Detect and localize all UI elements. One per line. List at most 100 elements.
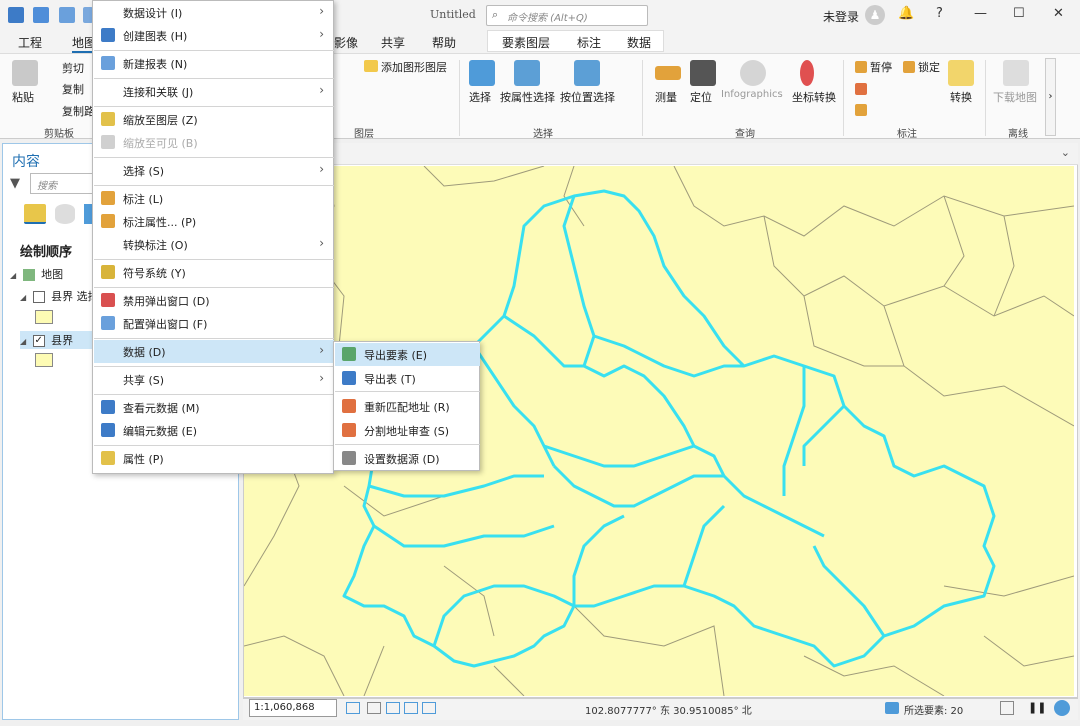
refresh-icon[interactable] [1054,700,1070,716]
open-icon[interactable] [33,7,49,23]
locate-button[interactable]: 定位 [690,89,712,105]
select-by-location-button[interactable]: 按位置选择 [560,89,615,105]
tab-share[interactable]: 共享 [381,34,405,51]
menu-item[interactable]: 创建图表 (H) › [94,24,334,47]
menu-item-label: 选择 (S) [123,165,165,178]
snap-icon[interactable] [386,702,400,714]
tab-help[interactable]: 帮助 [432,34,456,51]
download-map-button[interactable]: 下载地图 [993,89,1037,105]
submenu-item-label: 重新匹配地址 (R) [364,401,450,414]
menu-item[interactable]: 转换标注 (O) › [94,233,334,256]
filter-icon[interactable]: ▼ [10,176,20,191]
tree-row-map[interactable]: ◢ 地图 [10,266,63,282]
grid-icon[interactable] [346,702,360,714]
chevron-down-icon[interactable]: ⌄ [1061,146,1070,159]
command-search-input[interactable]: ⌕ 命令搜索 (Alt+Q) [486,5,648,26]
tab-feature-layer[interactable]: 要素图层 [502,34,550,51]
ribbon-scroll-right-icon[interactable]: › [1045,58,1056,136]
add-graphics-layer-button[interactable]: 添加图形图层 [381,59,447,75]
refresh-extent-icon[interactable] [1000,701,1014,715]
menu-item[interactable]: 查看元数据 (M) [94,396,334,419]
collapse-icon[interactable]: ◢ [20,337,26,346]
menu-item-label: 新建报表 (N) [123,58,188,71]
tab-labeling[interactable]: 标注 [577,34,601,51]
list-by-drawing-order-icon[interactable] [24,204,46,224]
label-class-icon[interactable] [855,104,867,116]
save-icon[interactable] [59,7,75,23]
list-by-selection-icon[interactable] [84,204,92,224]
select-button[interactable]: 选择 [469,89,491,105]
submenu-item[interactable]: 导出要素 (E) [335,343,480,366]
layer-visibility-checkbox-checked[interactable]: ✓ [32,335,45,347]
submenu-item-icon [342,451,356,465]
pause-labeling-button[interactable]: 暂停 [870,59,892,75]
menu-item[interactable]: 数据 (D) › [94,340,334,363]
maximize-button[interactable]: ☐ [1013,6,1025,21]
menu-item[interactable]: 符号系统 (Y) [94,261,334,284]
cut-button[interactable]: 剪切 [62,60,84,76]
chevron-right-icon: › [319,162,324,176]
tab-imagery[interactable]: 影像 [334,34,358,51]
tree-row-layer-selected[interactable]: ◢ ✓ 县界 [20,331,92,349]
menu-item[interactable]: 选择 (S) › [94,159,334,182]
layer-visibility-checkbox[interactable] [32,291,45,303]
measure-button[interactable]: 测量 [655,89,677,105]
tab-project[interactable]: 工程 [18,34,42,51]
download-map-icon [1003,60,1029,86]
table-icon[interactable] [367,702,381,714]
menu-item[interactable]: 属性 (P) [94,447,334,470]
select-by-attribute-button[interactable]: 按属性选择 [500,89,555,105]
infographics-button[interactable]: Infographics [721,89,783,100]
menu-item[interactable]: 连接和关联 (J) › [94,80,334,103]
menu-item[interactable]: 新建报表 (N) [94,52,334,75]
label-erase-icon[interactable] [855,83,867,95]
menu-item[interactable]: 编辑元数据 (E) [94,419,334,442]
scale-selector[interactable]: 1:1,060,868 [249,699,337,717]
menu-item[interactable]: 缩放至图层 (Z) [94,108,334,131]
paste-icon[interactable] [12,60,38,86]
lock-labeling-button[interactable]: 锁定 [918,59,940,75]
menu-item-label: 创建图表 (H) [123,30,188,43]
submenu-item[interactable]: 分割地址审查 (S) [335,419,480,442]
menu-item[interactable]: 数据设计 (I) › [94,1,334,24]
app-icon [8,7,24,23]
convert-button[interactable]: 转换 [950,89,972,105]
copy-button[interactable]: 复制 [62,81,84,97]
collapse-icon[interactable]: ◢ [10,271,16,280]
minimize-button[interactable]: — [974,6,987,21]
tree-row-layer[interactable]: ◢ 县界 选择 [20,288,99,304]
ribbon-separator [642,60,643,136]
submenu-item[interactable]: 设置数据源 (D) [335,447,480,470]
submenu-item-icon [342,371,356,385]
contents-search-input[interactable]: 搜索 [30,173,100,194]
menu-item[interactable]: 禁用弹出窗口 (D) [94,289,334,312]
menu-separator [94,259,334,260]
copy-path-button[interactable]: 复制路 [62,103,95,119]
close-button[interactable]: ✕ [1053,6,1064,21]
convert-coordinates-button[interactable]: 坐标转换 [792,89,836,105]
menu-item[interactable]: 标注属性... (P) [94,210,334,233]
submenu-item[interactable]: 导出表 (T) [335,367,480,390]
menu-item[interactable]: 共享 (S) › [94,368,334,391]
paste-button[interactable]: 粘贴 [12,89,34,105]
login-status[interactable]: 未登录 [823,8,859,25]
collapse-icon[interactable]: ◢ [20,293,26,302]
report-icon [101,56,115,70]
submenu-item[interactable]: 重新匹配地址 (R) [335,395,480,418]
help-icon[interactable]: ? [936,6,943,21]
avatar[interactable]: ♟ [865,5,885,25]
menu-item-label: 符号系统 (Y) [123,267,186,280]
tab-data[interactable]: 数据 [627,34,651,51]
layer-symbol-swatch[interactable] [35,353,53,367]
query-group-label: 查询 [735,129,755,140]
notification-icon[interactable]: 🔔 [898,6,914,21]
pause-drawing-icon[interactable]: ❚❚ [1028,701,1046,715]
menu-item[interactable]: 标注 (L) [94,187,334,210]
submenu-item-icon [342,347,356,361]
constraints-icon[interactable] [404,702,418,714]
north-arrow-icon[interactable] [422,702,436,714]
offline-group-label: 离线 [1008,129,1028,140]
layer-symbol-swatch[interactable] [35,310,53,324]
list-by-source-icon[interactable] [55,204,75,224]
menu-item[interactable]: 配置弹出窗口 (F) [94,312,334,335]
